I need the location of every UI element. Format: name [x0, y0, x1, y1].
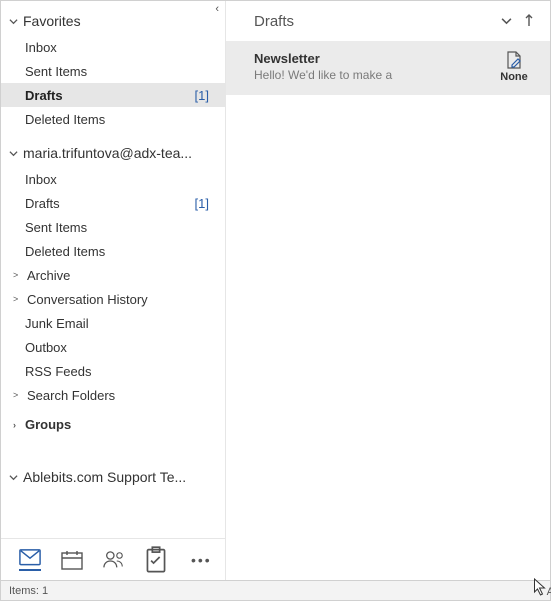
- folder-search-folders[interactable]: >Search Folders: [1, 383, 225, 407]
- mail-icon[interactable]: [19, 549, 41, 571]
- message-list-pane: Drafts Newsletter Hello! We'd like to ma…: [226, 1, 550, 580]
- chevron-right-icon: >: [13, 294, 25, 304]
- favorites-title: Favorites: [23, 13, 219, 29]
- message-preview: Hello! We'd like to make a: [254, 68, 484, 82]
- folder-sent[interactable]: Sent Items: [1, 215, 225, 239]
- folder-drafts[interactable]: Drafts[1]: [1, 191, 225, 215]
- chevron-right-icon: >: [13, 390, 25, 400]
- folder-outbox[interactable]: Outbox: [1, 335, 225, 359]
- groups-title: Groups: [25, 417, 71, 432]
- trail-letter: A: [547, 586, 551, 598]
- message-item[interactable]: Newsletter Hello! We'd like to make a No…: [226, 41, 550, 95]
- chevron-down-icon: [9, 17, 23, 26]
- account2-title: Ablebits.com Support Te...: [23, 469, 219, 485]
- folder-archive[interactable]: >Archive: [1, 263, 225, 287]
- favorites-item-drafts[interactable]: Drafts [1]: [1, 83, 225, 107]
- folder-title: Drafts: [254, 13, 489, 30]
- filter-dropdown-icon[interactable]: [501, 14, 512, 28]
- chevron-down-icon: [9, 149, 23, 158]
- favorites-item-deleted[interactable]: Deleted Items: [1, 107, 225, 131]
- draft-icon: [506, 51, 522, 69]
- account-header[interactable]: maria.trifuntova@adx-tea...: [1, 131, 225, 167]
- people-icon[interactable]: [103, 549, 125, 571]
- more-icon[interactable]: •••: [187, 552, 216, 568]
- favorites-item-inbox[interactable]: Inbox: [1, 35, 225, 59]
- groups-header[interactable]: › Groups: [1, 407, 225, 435]
- chevron-right-icon: >: [13, 270, 25, 280]
- folder-junk[interactable]: Junk Email: [1, 311, 225, 335]
- status-text: Items: 1: [9, 585, 48, 597]
- drafts-count: [1]: [195, 196, 215, 211]
- message-category: None: [494, 71, 534, 83]
- favorites-header[interactable]: Favorites: [1, 5, 225, 35]
- folder-deleted[interactable]: Deleted Items: [1, 239, 225, 263]
- drafts-count: [1]: [195, 88, 215, 103]
- chevron-down-icon: [9, 473, 23, 482]
- tasks-icon[interactable]: [145, 549, 167, 571]
- nav-switch-bar: •••: [1, 538, 225, 580]
- message-subject: Newsletter: [254, 51, 484, 66]
- status-bar: Items: 1: [1, 580, 550, 600]
- folder-conversation-history[interactable]: >Conversation History: [1, 287, 225, 311]
- favorites-item-sent[interactable]: Sent Items: [1, 59, 225, 83]
- account-title: maria.trifuntova@adx-tea...: [23, 145, 219, 161]
- chevron-right-icon: ›: [13, 420, 25, 430]
- account2-header[interactable]: Ablebits.com Support Te...: [1, 435, 225, 491]
- collapse-nav-icon[interactable]: ‹: [215, 3, 219, 15]
- folder-navigation-pane: ‹ Favorites Inbox Sent Items Drafts: [1, 1, 226, 580]
- content-header: Drafts: [226, 1, 550, 41]
- calendar-icon[interactable]: [61, 549, 83, 571]
- folder-rss[interactable]: RSS Feeds: [1, 359, 225, 383]
- sort-arrow-icon[interactable]: [524, 13, 534, 30]
- folder-inbox[interactable]: Inbox: [1, 167, 225, 191]
